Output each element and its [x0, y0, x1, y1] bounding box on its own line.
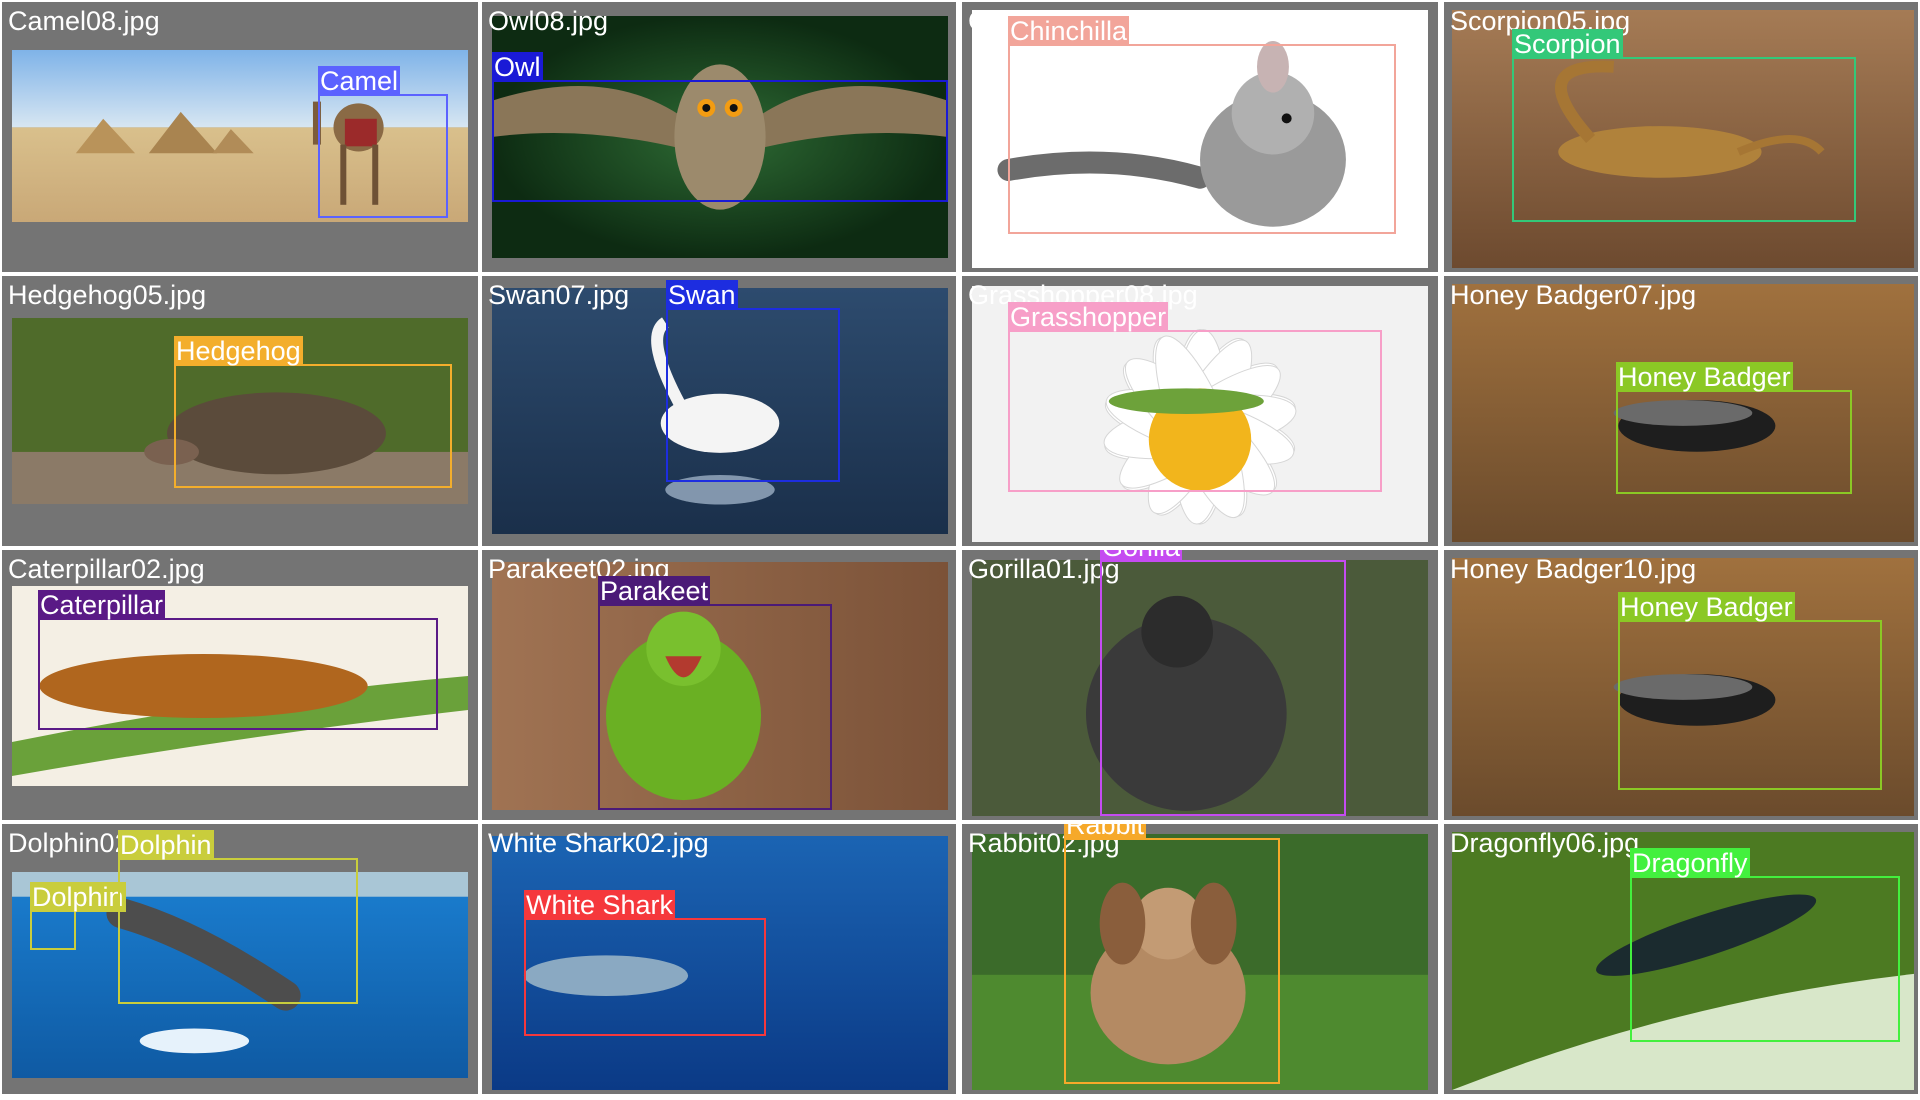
- image-filename: Owl08.jpg: [488, 6, 609, 36]
- image-filename: Camel08.jpg: [8, 6, 160, 36]
- bounding-box: Camel: [318, 66, 448, 218]
- bounding-box: Honey Badger: [1616, 362, 1852, 494]
- grid-cell[interactable]: Swan07.jpg Swan: [482, 276, 956, 546]
- bounding-box: Dolphin: [30, 882, 126, 950]
- bounding-box: Chinchilla: [1008, 16, 1396, 234]
- grid-cell[interactable]: White Shark02.jpg White Shark: [482, 824, 956, 1094]
- bounding-box: Dolphin: [118, 830, 358, 1004]
- bounding-box: Swan: [666, 280, 840, 482]
- bounding-box-label: Camel: [318, 66, 401, 96]
- bounding-box-label: Chinchilla: [1008, 16, 1130, 46]
- bounding-box: Owl: [492, 52, 948, 202]
- image-grid: Camel08.jpg Camel Owl08.jpg Owl Chinchilla…: [0, 0, 1920, 1100]
- image-filename: Caterpillar02.jpg: [8, 554, 205, 584]
- bounding-box: Scorpion: [1512, 29, 1856, 222]
- image-filename: White Shark02.jpg: [488, 828, 709, 858]
- image-filename: Honey Badger07.jpg: [1450, 280, 1697, 310]
- bounding-box-label: Caterpillar: [38, 590, 166, 620]
- bounding-box-label: Swan: [666, 280, 738, 310]
- grid-cell[interactable]: Camel08.jpg Camel: [2, 2, 478, 272]
- bounding-box: Rabbit: [1064, 824, 1280, 1084]
- image-filename: Swan07.jpg: [488, 280, 630, 310]
- grid-cell[interactable]: Grasshopper08.jpg Grasshopper: [962, 276, 1438, 546]
- bounding-box: Honey Badger: [1618, 592, 1882, 790]
- bounding-box-label: Scorpion: [1512, 29, 1623, 59]
- bounding-box-label: Rabbit: [1064, 824, 1147, 840]
- bounding-box-label: Honey Badger: [1618, 592, 1795, 622]
- image-filename: Honey Badger10.jpg: [1450, 554, 1697, 584]
- bounding-box-label: Dragonfly: [1630, 848, 1750, 878]
- bounding-box: Dragonfly: [1630, 848, 1900, 1042]
- grid-cell[interactable]: Dragonfly06.jpg Dragonfly: [1444, 824, 1918, 1094]
- bounding-box-label: Dolphin: [30, 882, 126, 912]
- bounding-box: White Shark: [524, 890, 766, 1036]
- bounding-box-label: Hedgehog: [174, 336, 303, 366]
- bounding-box-label: Gorilla: [1100, 550, 1183, 562]
- grid-cell[interactable]: Honey Badger10.jpg Honey Badger: [1444, 550, 1918, 820]
- bounding-box: Caterpillar: [38, 590, 438, 730]
- grid-cell[interactable]: Gorilla01.jpgGorilla: [962, 550, 1438, 820]
- bounding-box: Gorilla: [1100, 550, 1346, 816]
- image-filename: Dragonfly06.jpg: [1450, 828, 1640, 858]
- grid-cell[interactable]: Hedgehog05.jpg Hedgehog: [2, 276, 478, 546]
- bounding-box-label: White Shark: [524, 890, 676, 920]
- grid-cell[interactable]: Owl08.jpg Owl: [482, 2, 956, 272]
- grid-cell[interactable]: Caterpillar02.jpg Caterpillar: [2, 550, 478, 820]
- image-filename: Gorilla01.jpg: [968, 554, 1120, 584]
- grid-cell[interactable]: Chinchilla07.jpgChinchilla: [962, 2, 1438, 272]
- bounding-box-label: Grasshopper: [1008, 302, 1169, 332]
- bounding-box-label: Honey Badger: [1616, 362, 1793, 392]
- grid-cell[interactable]: Rabbit02.jpg Rabbit: [962, 824, 1438, 1094]
- bounding-box: Hedgehog: [174, 336, 452, 488]
- bounding-box-label: Parakeet: [598, 576, 711, 606]
- bounding-box-label: Owl: [492, 52, 543, 82]
- bounding-box: Grasshopper: [1008, 302, 1382, 492]
- grid-cell[interactable]: Dolphin02.jpg Dolphin Dolphin: [2, 824, 478, 1094]
- grid-cell[interactable]: Honey Badger07.jpg Honey Badger: [1444, 276, 1918, 546]
- bounding-box-label: Dolphin: [118, 830, 214, 860]
- bounding-box: Parakeet: [598, 576, 832, 810]
- image-filename: Hedgehog05.jpg: [8, 280, 207, 310]
- grid-cell[interactable]: Scorpion05.jpg Scorpion: [1444, 2, 1918, 272]
- grid-cell[interactable]: Parakeet02.jpg Parakeet: [482, 550, 956, 820]
